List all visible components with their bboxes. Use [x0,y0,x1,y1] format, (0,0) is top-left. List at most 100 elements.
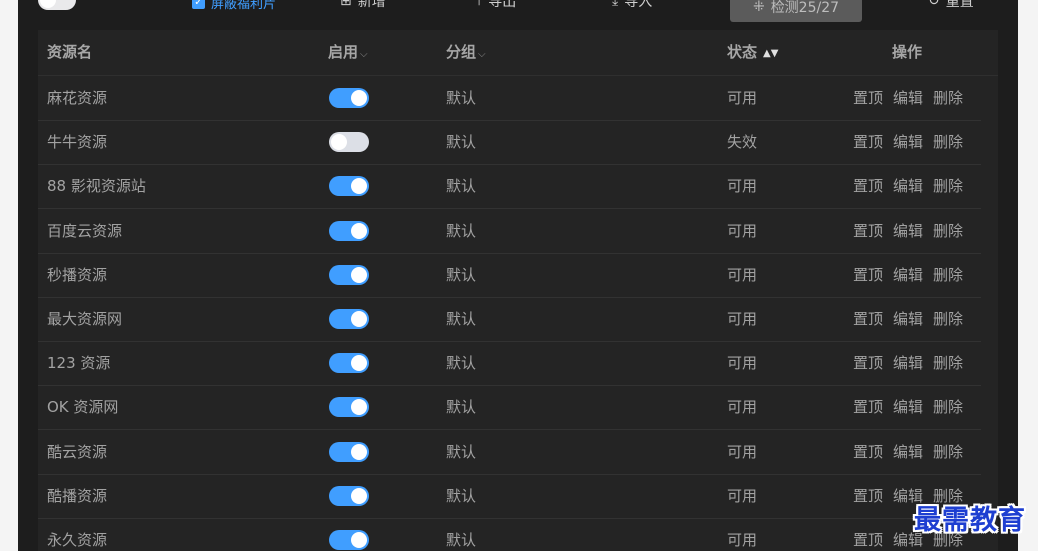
add-button[interactable]: ⊞ 新增 [340,0,386,11]
enable-switch[interactable] [329,397,369,418]
enable-toggle-cell [329,220,369,241]
enable-toggle-cell [329,485,369,506]
resource-name: 88 影视资源站 [47,177,146,196]
enable-toggle-cell [329,353,369,374]
table-row: 牛牛资源 默认 失效 置顶 编辑 删除 [38,120,981,166]
group-value: 默认 [446,531,477,549]
enable-switch[interactable] [329,485,369,506]
enable-switch[interactable] [329,132,369,153]
pin-top-button[interactable]: 置顶 [853,354,883,372]
table-row: 88 影视资源站 默认 可用 置顶 编辑 删除 [38,164,981,210]
header-actions: 操作 [892,43,923,61]
enable-toggle-cell [329,176,369,197]
delete-button[interactable]: 删除 [933,177,963,195]
enable-toggle-cell [329,530,369,550]
edit-button[interactable]: 编辑 [893,443,923,461]
header-enabled-label: 启用 [328,43,359,61]
edit-button[interactable]: 编辑 [893,266,923,284]
pin-top-button[interactable]: 置顶 [853,443,883,461]
pin-top-button[interactable]: 置顶 [853,310,883,328]
export-button[interactable]: ⤒ 导出 [476,0,516,11]
edit-button[interactable]: 编辑 [893,310,923,328]
enable-switch[interactable] [329,353,369,374]
pin-top-button[interactable]: 置顶 [853,222,883,240]
header-status[interactable]: 状态 ▲▼ [727,30,778,75]
delete-button[interactable]: 删除 [933,222,963,240]
delete-button[interactable]: 删除 [933,310,963,328]
row-actions: 置顶 编辑 删除 [853,341,963,385]
group-value: 默认 [446,221,477,240]
import-button[interactable]: ⤓ 导入 [612,0,652,11]
toolbar: ✓ 屏蔽福利片 ⊞ 新增 ⤒ 导出 ⤓ 导入 ⁜ 检测25/27 ↻ 重置 [18,0,1018,28]
delete-button[interactable]: 删除 [933,266,963,284]
import-button-label: 导入 [624,0,653,10]
status-value: 可用 [727,354,758,373]
header-name: 资源名 [47,43,93,61]
enable-toggle-cell [329,88,369,108]
shield-pictures-label: 屏蔽福利片 [211,0,277,12]
app-window: ✓ 屏蔽福利片 ⊞ 新增 ⤒ 导出 ⤓ 导入 ⁜ 检测25/27 ↻ 重置 资源… [18,0,1018,551]
delete-button[interactable]: 删除 [933,133,963,151]
row-actions: 置顶 编辑 删除 [853,164,963,208]
edit-button[interactable]: 编辑 [893,354,923,372]
enable-switch[interactable] [329,530,369,550]
pin-top-button[interactable]: 置顶 [853,266,883,284]
shield-pictures-checkbox[interactable]: ✓ 屏蔽福利片 [192,0,277,12]
resource-name: 最大资源网 [47,310,123,328]
resource-name: 百度云资源 [47,221,123,240]
status-value: 可用 [727,398,758,417]
reset-button[interactable]: ↻ 重置 [928,0,974,11]
group-value: 默认 [446,486,477,505]
plus-square-icon: ⊞ [340,0,352,9]
detect-button[interactable]: ⁜ 检测25/27 [730,0,862,22]
row-actions: 置顶 编辑 删除 [853,297,963,341]
enable-switch[interactable] [329,441,369,462]
sort-icon: ▲▼ [763,48,779,59]
table-row: OK 资源网 默认 可用 置顶 编辑 删除 [38,385,981,431]
table-row: 永久资源 默认 可用 置顶 编辑 删除 [38,518,981,551]
toolbar-toggle-switch[interactable] [38,0,76,10]
watermark: 最需教育 [914,505,1026,536]
chevron-down-icon: ⌵ [478,49,486,60]
pin-top-button[interactable]: 置顶 [853,177,883,195]
pin-top-button[interactable]: 置顶 [853,89,883,107]
delete-button[interactable]: 删除 [933,89,963,107]
pin-top-button[interactable]: 置顶 [853,531,883,549]
group-value: 默认 [446,89,477,107]
enable-switch[interactable] [329,88,369,108]
delete-button[interactable]: 删除 [933,354,963,372]
delete-button[interactable]: 删除 [933,443,963,461]
pin-top-button[interactable]: 置顶 [853,133,883,151]
table-header: 资源名 启用 ⌵ 分组 ⌵ 状态 ▲▼ 操作 [38,30,998,76]
pin-top-button[interactable]: 置顶 [853,398,883,416]
row-actions: 置顶 编辑 删除 [853,430,963,474]
resource-name: 酷云资源 [47,442,108,461]
enable-switch[interactable] [329,309,369,329]
status-value: 可用 [727,177,758,196]
reset-button-label: 重置 [945,0,974,10]
enable-switch[interactable] [329,176,369,197]
status-value: 可用 [727,310,758,328]
header-enabled[interactable]: 启用 ⌵ [328,30,368,75]
edit-button[interactable]: 编辑 [893,177,923,195]
row-actions: 置顶 编辑 删除 [853,209,963,253]
edit-button[interactable]: 编辑 [893,222,923,240]
table-row: 123 资源 默认 可用 置顶 编辑 删除 [38,341,981,387]
edit-button[interactable]: 编辑 [893,398,923,416]
group-value: 默认 [446,310,477,328]
enable-switch[interactable] [329,264,369,285]
resource-name: 牛牛资源 [47,133,108,152]
header-group[interactable]: 分组 ⌵ [446,30,486,75]
enable-switch[interactable] [329,220,369,241]
upload-icon: ⤒ [476,0,483,9]
group-value: 默认 [446,442,477,461]
edit-button[interactable]: 编辑 [893,89,923,107]
row-actions: 置顶 编辑 删除 [853,76,963,120]
delete-button[interactable]: 删除 [933,398,963,416]
resource-table: 资源名 启用 ⌵ 分组 ⌵ 状态 ▲▼ 操作 麻花资源 默认 可用 置顶 编辑 删除 牛牛资源 默认… [38,30,998,551]
status-value: 可用 [727,265,758,284]
pin-top-button[interactable]: 置顶 [853,487,883,505]
resource-name: OK 资源网 [47,398,119,417]
refresh-icon: ↻ [928,0,940,9]
edit-button[interactable]: 编辑 [893,133,923,151]
